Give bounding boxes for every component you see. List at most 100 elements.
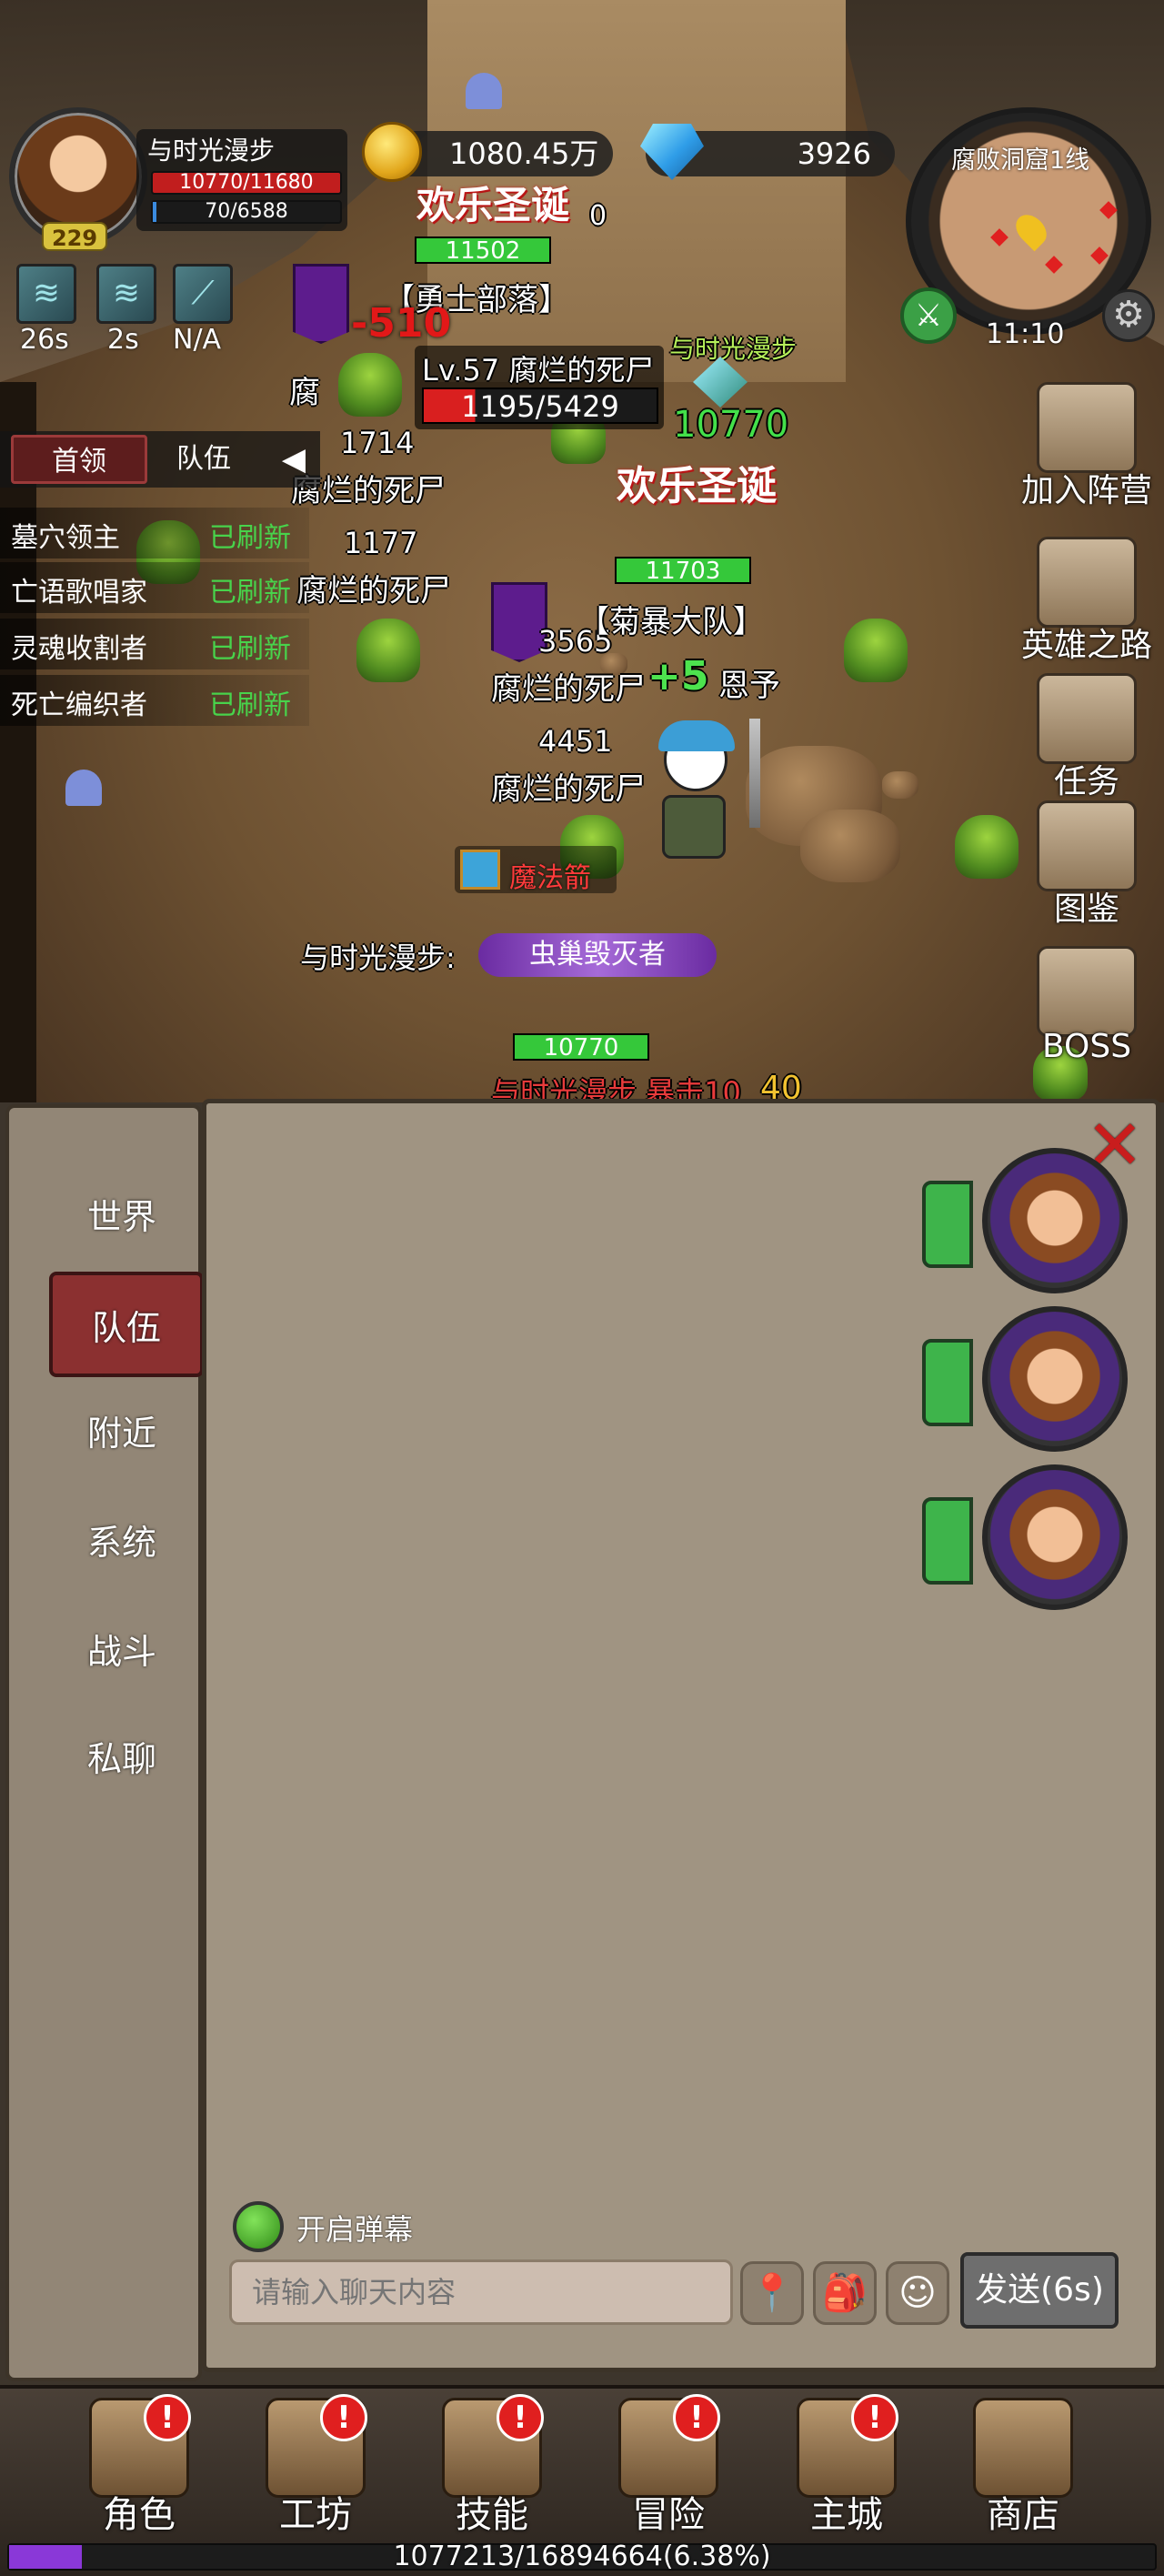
mushroom-decor <box>65 770 102 806</box>
xmas-count: 0 <box>589 200 607 232</box>
channel-private[interactable]: 私聊 <box>49 1706 195 1812</box>
join-faction-button[interactable]: 加入阵营 <box>1009 382 1164 511</box>
shop-stall-icon <box>973 2398 1073 2498</box>
team-member[interactable] <box>922 1148 1128 1299</box>
demon-skull-icon <box>1037 946 1137 1037</box>
skill-cooldown: 26s <box>20 324 69 356</box>
gold-coin-icon <box>362 122 422 182</box>
mob-hp-2: 1177 <box>344 526 418 560</box>
boulder <box>800 810 900 882</box>
boss-button[interactable]: BOSS <box>1009 946 1164 1065</box>
location-pin-icon[interactable]: 📍 <box>740 2261 804 2325</box>
player-name: 与时光漫步 <box>147 136 276 166</box>
mob-name-fragment: 腐 <box>289 375 320 411</box>
settings-gear-icon[interactable]: ⚙ <box>1102 289 1155 342</box>
minimap-enemy-marker <box>1099 201 1118 219</box>
map-location-name: 腐败洞窟1线 <box>951 146 1090 175</box>
player-character[interactable] <box>637 720 746 864</box>
boss-status: 已刷新 <box>209 689 291 721</box>
boss-name: 墓穴领主 <box>11 522 120 554</box>
collapse-arrow-icon[interactable]: ◀ <box>273 435 315 484</box>
scroll-icon <box>1037 673 1137 764</box>
tab-leader[interactable]: 首领 <box>11 435 147 484</box>
channel-team[interactable]: 队伍 <box>49 1272 204 1377</box>
hero-road-button[interactable]: 英雄之路 <box>1009 537 1164 666</box>
nav-workshop[interactable]: ! 工坊 <box>247 2394 384 2536</box>
nav-label: 主城 <box>810 2494 883 2536</box>
magic-arrow-icon <box>460 850 500 890</box>
ally-hp-bar: 11703 <box>615 557 751 584</box>
player-hp-bar: 10770/11680 <box>151 171 342 195</box>
nav-label: 工坊 <box>279 2494 352 2536</box>
xmas-banner-text: 欢乐圣诞 <box>416 183 570 227</box>
avatar[interactable] <box>982 1148 1128 1293</box>
pebble <box>882 771 918 799</box>
channel-nearby[interactable]: 附近 <box>49 1381 195 1486</box>
minimap-enemy-marker <box>1045 256 1063 274</box>
team-member[interactable] <box>922 1306 1128 1457</box>
ally-hp-bar: 11502 <box>415 236 551 264</box>
nav-label: 角色 <box>103 2494 176 2536</box>
avatar[interactable] <box>982 1306 1128 1452</box>
channel-world[interactable]: 世界 <box>49 1164 195 1270</box>
skill-cast-name: 魔法箭 <box>509 862 591 894</box>
target-name: Lv.57 腐烂的死尸 <box>422 353 655 387</box>
player-hp-bar: 10770 <box>513 1033 649 1061</box>
emoji-icon[interactable]: ☺ <box>886 2261 949 2325</box>
enemy-zombie[interactable] <box>356 619 420 682</box>
alert-badge: ! <box>144 2394 191 2441</box>
channel-system[interactable]: 系统 <box>49 1490 195 1595</box>
boss-name: 亡语歌唱家 <box>11 577 147 609</box>
mob-hp-1: 1714 <box>340 426 415 460</box>
heal-number: +5 <box>647 653 709 699</box>
avatar[interactable] <box>982 1464 1128 1610</box>
chat-input[interactable] <box>229 2259 733 2325</box>
skill-slot-1[interactable]: ≋ <box>16 264 76 324</box>
nav-shop[interactable]: 商店 <box>955 2398 1091 2536</box>
side-menu-label: 加入阵营 <box>1020 472 1152 509</box>
codex-button[interactable]: 图鉴 <box>1009 800 1164 930</box>
side-menu-label: 图鉴 <box>1053 891 1119 928</box>
player-level-badge: 229 <box>42 222 107 251</box>
danmu-toggle[interactable] <box>233 2201 284 2252</box>
nav-character[interactable]: ! 角色 <box>71 2394 207 2536</box>
item-bag-icon[interactable]: 🎒 <box>813 2261 877 2325</box>
danmu-label: 开启弹幕 <box>296 2212 414 2247</box>
player-mp-bar: 70/6588 <box>151 200 342 224</box>
ally-name: 与时光漫步 <box>669 334 798 364</box>
enemy-zombie[interactable] <box>844 619 908 682</box>
mob-name: 腐烂的死尸 <box>491 671 646 708</box>
nav-label: 商店 <box>987 2494 1059 2536</box>
skill-slot-2[interactable]: ≋ <box>96 264 156 324</box>
skill-slot-3[interactable]: ⟋ <box>173 264 233 324</box>
channel-battle[interactable]: 战斗 <box>49 1599 195 1705</box>
quest-button[interactable]: 任务 <box>1009 673 1164 802</box>
dark-edge <box>0 382 36 1102</box>
send-button[interactable]: 发送(6s) <box>960 2252 1119 2329</box>
mushroom-decor <box>466 73 502 109</box>
enemy-zombie[interactable] <box>338 353 402 417</box>
nav-skills[interactable]: ! 技能 <box>424 2394 560 2536</box>
guild-banner <box>293 264 349 344</box>
boss-name: 灵魂收割者 <box>11 633 147 665</box>
nav-main-city[interactable]: ! 主城 <box>778 2394 915 2536</box>
member-tab[interactable] <box>922 1497 973 1585</box>
target-hp-bar: 1195/5429 <box>422 387 658 424</box>
ally-hp-value: 10770 <box>673 404 789 446</box>
minimap-enemy-marker <box>1090 247 1109 265</box>
alert-badge: ! <box>497 2394 544 2441</box>
alert-badge: ! <box>320 2394 367 2441</box>
nav-adventure[interactable]: ! 冒险 <box>600 2394 737 2536</box>
crit-number: 40 <box>760 1070 802 1102</box>
boss-status: 已刷新 <box>209 633 291 665</box>
boss-status: 已刷新 <box>209 577 291 609</box>
team-member[interactable] <box>922 1464 1128 1615</box>
nav-label: 冒险 <box>632 2494 705 2536</box>
side-menu-label: 任务 <box>1053 763 1119 800</box>
tab-team[interactable]: 队伍 <box>149 435 258 484</box>
member-tab[interactable] <box>922 1339 973 1426</box>
member-tab[interactable] <box>922 1181 973 1268</box>
pvp-toggle-button[interactable]: ⚔ <box>900 287 957 344</box>
skill-cooldown: N/A <box>173 324 222 356</box>
team-tag: 【菊暴大队】 <box>578 604 764 640</box>
